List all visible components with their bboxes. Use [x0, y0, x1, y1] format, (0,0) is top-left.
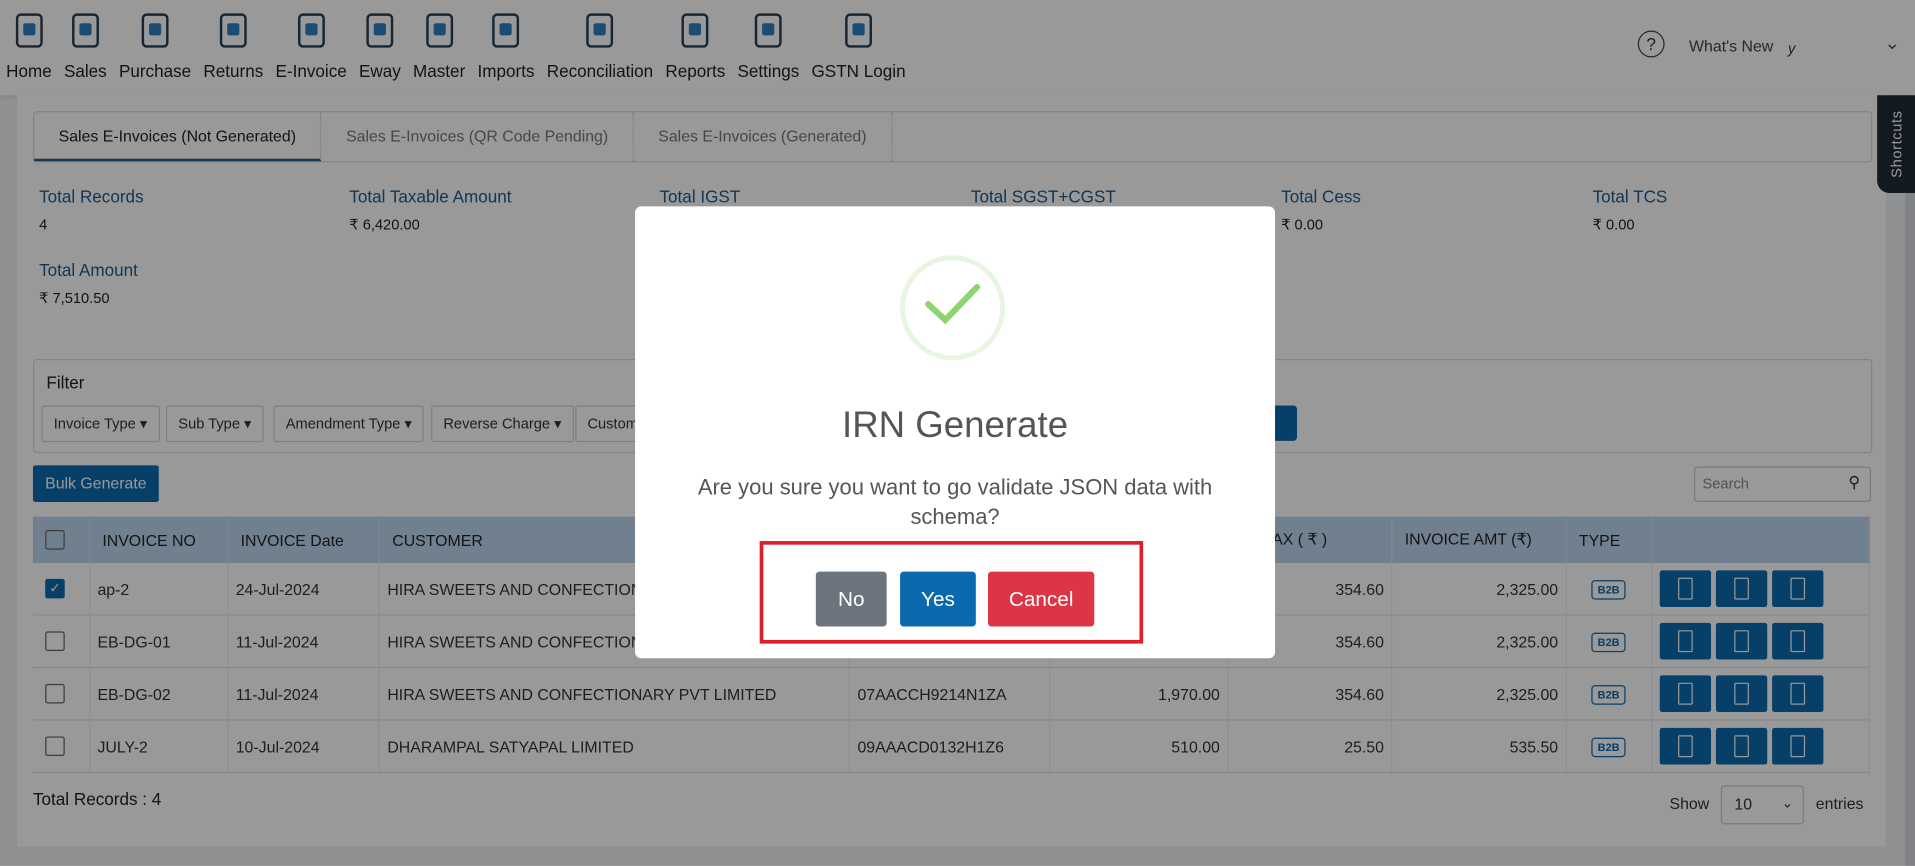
dialog-title: IRN Generate: [842, 405, 1069, 446]
dialog-message: Are you sure you want to go validate JSO…: [697, 475, 1213, 529]
cancel-button[interactable]: Cancel: [988, 571, 1095, 627]
no-button[interactable]: No: [815, 571, 887, 627]
yes-button[interactable]: Yes: [900, 571, 976, 627]
success-check-icon: [900, 255, 1006, 361]
